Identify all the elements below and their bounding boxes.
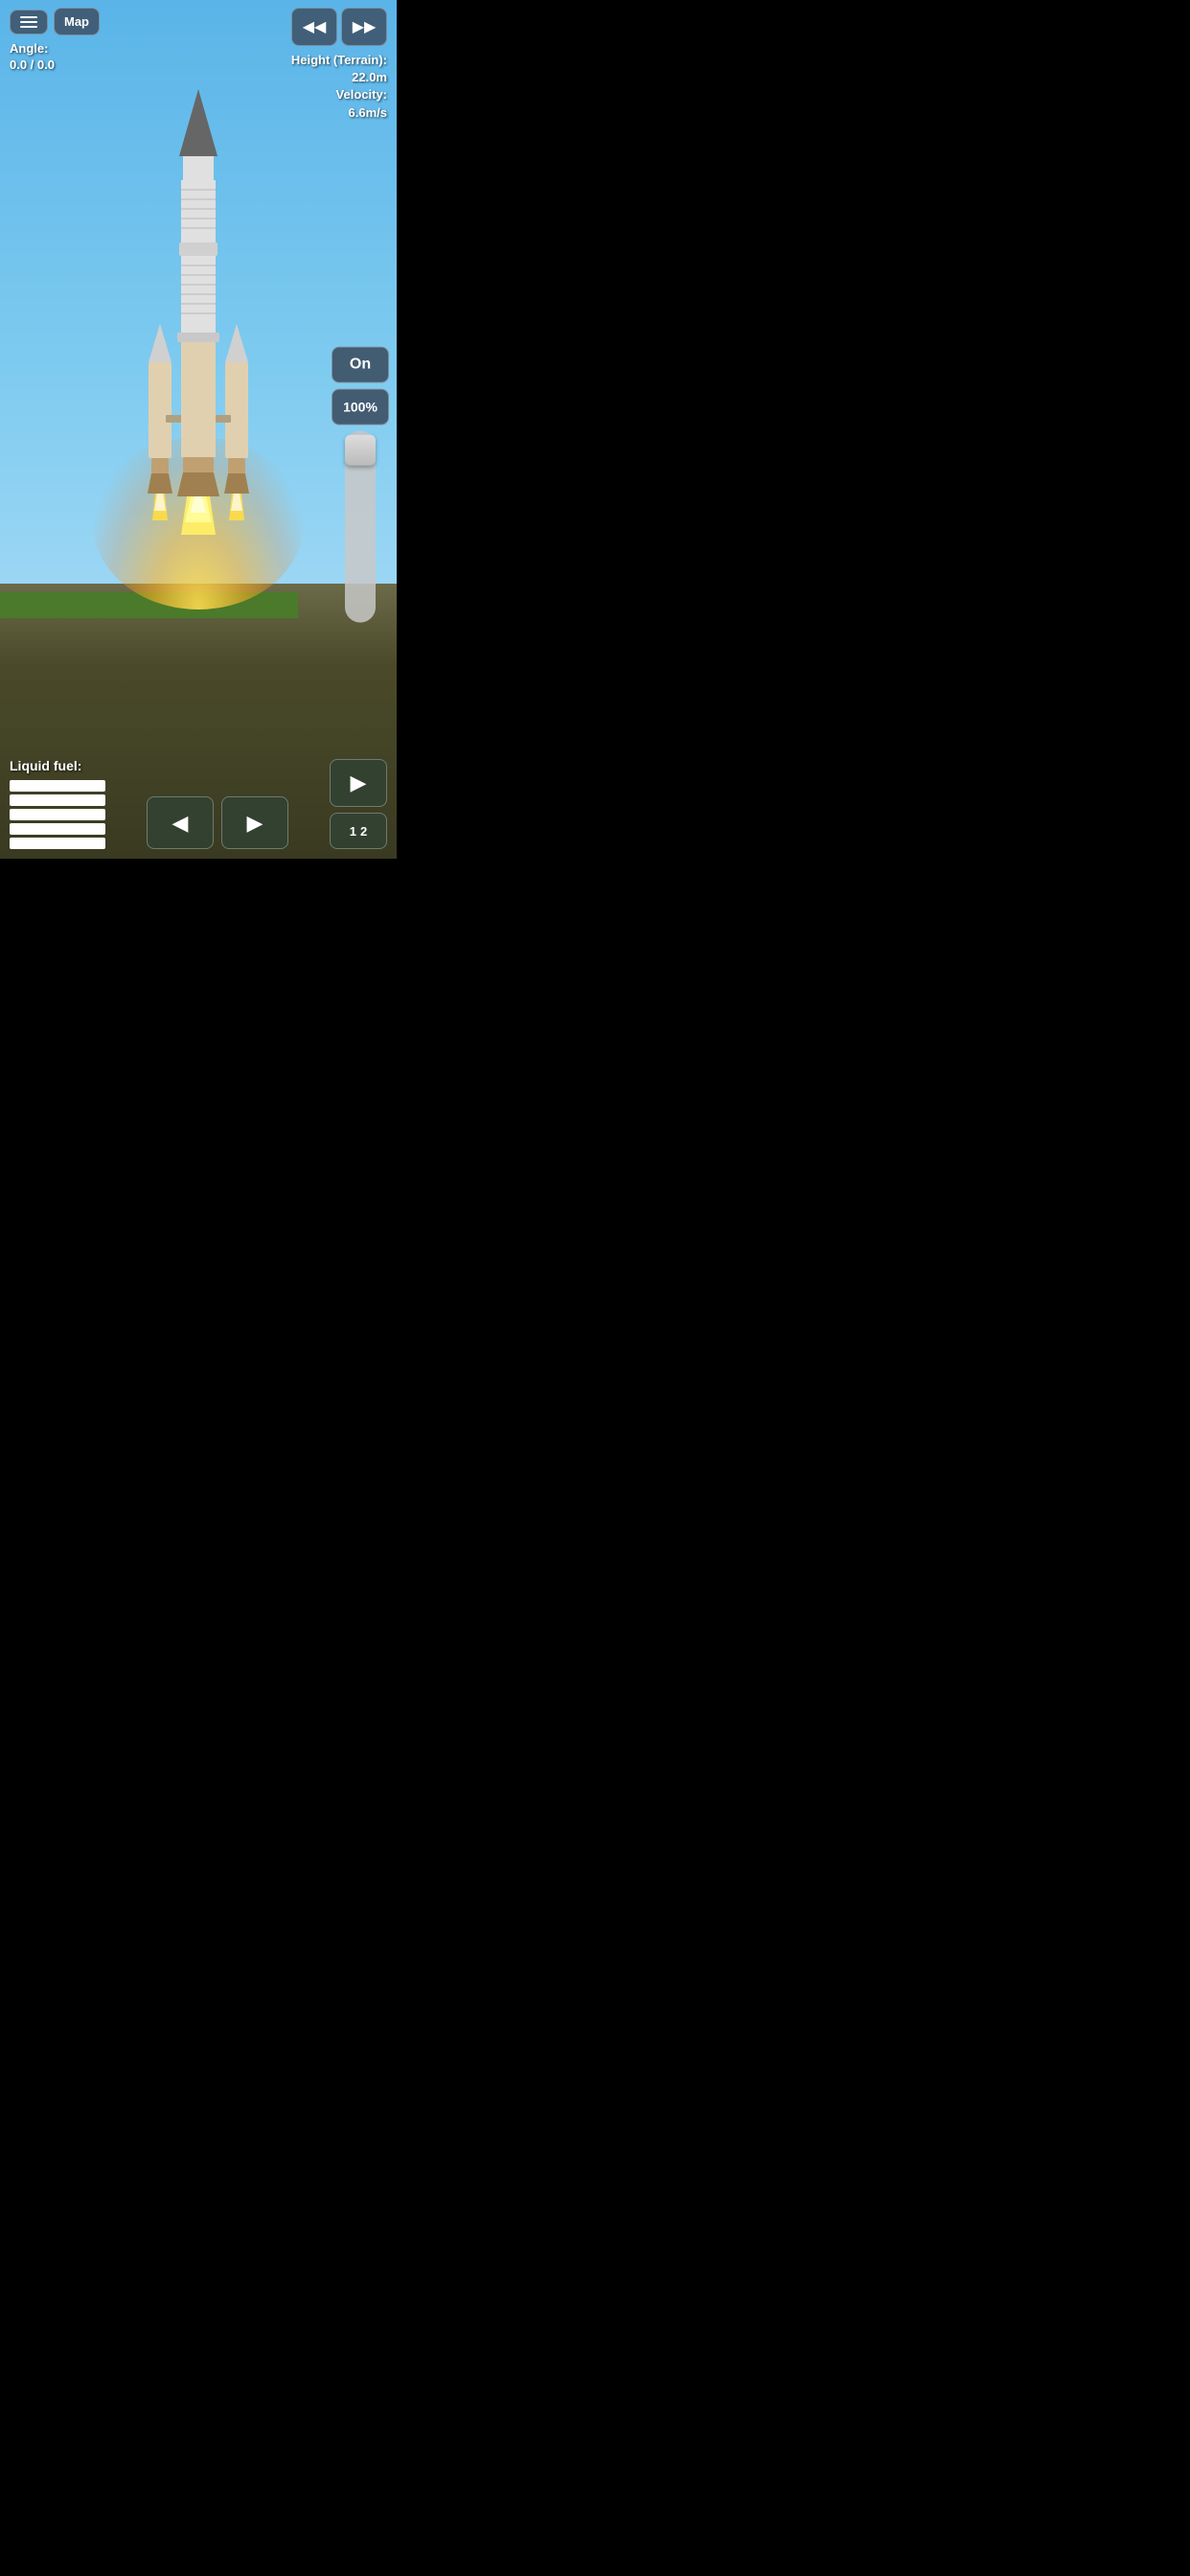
top-right-controls: ◀◀ ▶▶ Height (Terrain): 22.0m Velocity: … <box>291 8 387 122</box>
fuel-display: Liquid fuel: <box>10 758 105 849</box>
angle-display: Angle: 0.0 / 0.0 <box>10 41 100 74</box>
bottom-ui-bar: Liquid fuel: ◀ ▶ ▶ 1 2 <box>0 748 397 859</box>
speed-buttons: ◀◀ ▶▶ <box>291 8 387 46</box>
center-lower-body <box>181 342 216 457</box>
rocket-upper-body <box>183 156 214 180</box>
throttle-handle[interactable] <box>345 435 376 466</box>
menu-row: Map <box>10 8 100 35</box>
top-left-controls: Map Angle: 0.0 / 0.0 <box>10 8 100 74</box>
fuel-bar-4 <box>10 823 105 835</box>
fuel-bar-5 <box>10 838 105 849</box>
fuel-bar-3 <box>10 809 105 820</box>
right-booster-engine <box>228 458 245 473</box>
right-booster-nose <box>225 324 248 362</box>
steer-left-button[interactable]: ◀ <box>147 796 214 849</box>
velocity-label: Velocity: <box>336 87 387 102</box>
rewind-icon: ◀◀ <box>303 17 327 36</box>
center-nozzle <box>177 472 219 496</box>
hamburger-menu-button[interactable] <box>10 10 48 34</box>
fuel-bar-2 <box>10 794 105 806</box>
fuel-label: Liquid fuel: <box>10 758 105 773</box>
right-bottom-controls: ▶ 1 2 <box>330 759 387 849</box>
hamburger-icon <box>20 16 37 28</box>
game-container: Map Angle: 0.0 / 0.0 ◀◀ ▶▶ Height (Terra… <box>0 0 397 859</box>
left-booster-body <box>149 362 172 458</box>
top-ui-bar: Map Angle: 0.0 / 0.0 ◀◀ ▶▶ Height (Terra… <box>0 0 397 129</box>
fastforward-icon: ▶▶ <box>353 17 377 36</box>
stage-2-label: 2 <box>360 824 367 839</box>
left-booster-engine <box>151 458 169 473</box>
rocket-mid-connector <box>179 242 217 256</box>
left-booster-nose <box>149 324 172 362</box>
rocket-lower-separator <box>177 333 219 342</box>
engine-on-button[interactable]: On <box>332 347 389 383</box>
throttle-percent-button[interactable]: 100% <box>332 389 389 426</box>
telemetry-display: Height (Terrain): 22.0m Velocity: 6.6m/s <box>291 52 387 122</box>
map-button[interactable]: Map <box>54 8 100 35</box>
stage-1-label: 1 <box>350 824 356 839</box>
play-button[interactable]: ▶ <box>330 759 387 807</box>
left-booster-nozzle <box>148 473 172 494</box>
play-icon: ▶ <box>351 770 367 795</box>
rocket-visual <box>103 80 294 635</box>
right-booster-body <box>225 362 248 458</box>
right-side-controls: On 100% <box>332 347 389 623</box>
fastforward-button[interactable]: ▶▶ <box>341 8 387 46</box>
stage-button[interactable]: 1 2 <box>330 813 387 849</box>
right-arrow-icon: ▶ <box>247 811 263 836</box>
height-label: Height (Terrain): <box>291 53 387 67</box>
height-value: 22.0m <box>352 70 387 84</box>
right-booster-nozzle <box>224 473 249 494</box>
throttle-slider[interactable] <box>345 431 376 623</box>
direction-controls: ◀ ▶ <box>147 796 288 849</box>
left-connection-ring <box>166 415 181 423</box>
rewind-button[interactable]: ◀◀ <box>291 8 337 46</box>
right-connection-ring <box>216 415 231 423</box>
steer-right-button[interactable]: ▶ <box>221 796 288 849</box>
angle-label: Angle: <box>10 41 48 56</box>
velocity-value: 6.6m/s <box>349 105 387 120</box>
center-engine <box>183 457 214 472</box>
angle-value: 0.0 / 0.0 <box>10 58 55 72</box>
left-arrow-icon: ◀ <box>172 811 189 836</box>
fuel-bar-1 <box>10 780 105 792</box>
